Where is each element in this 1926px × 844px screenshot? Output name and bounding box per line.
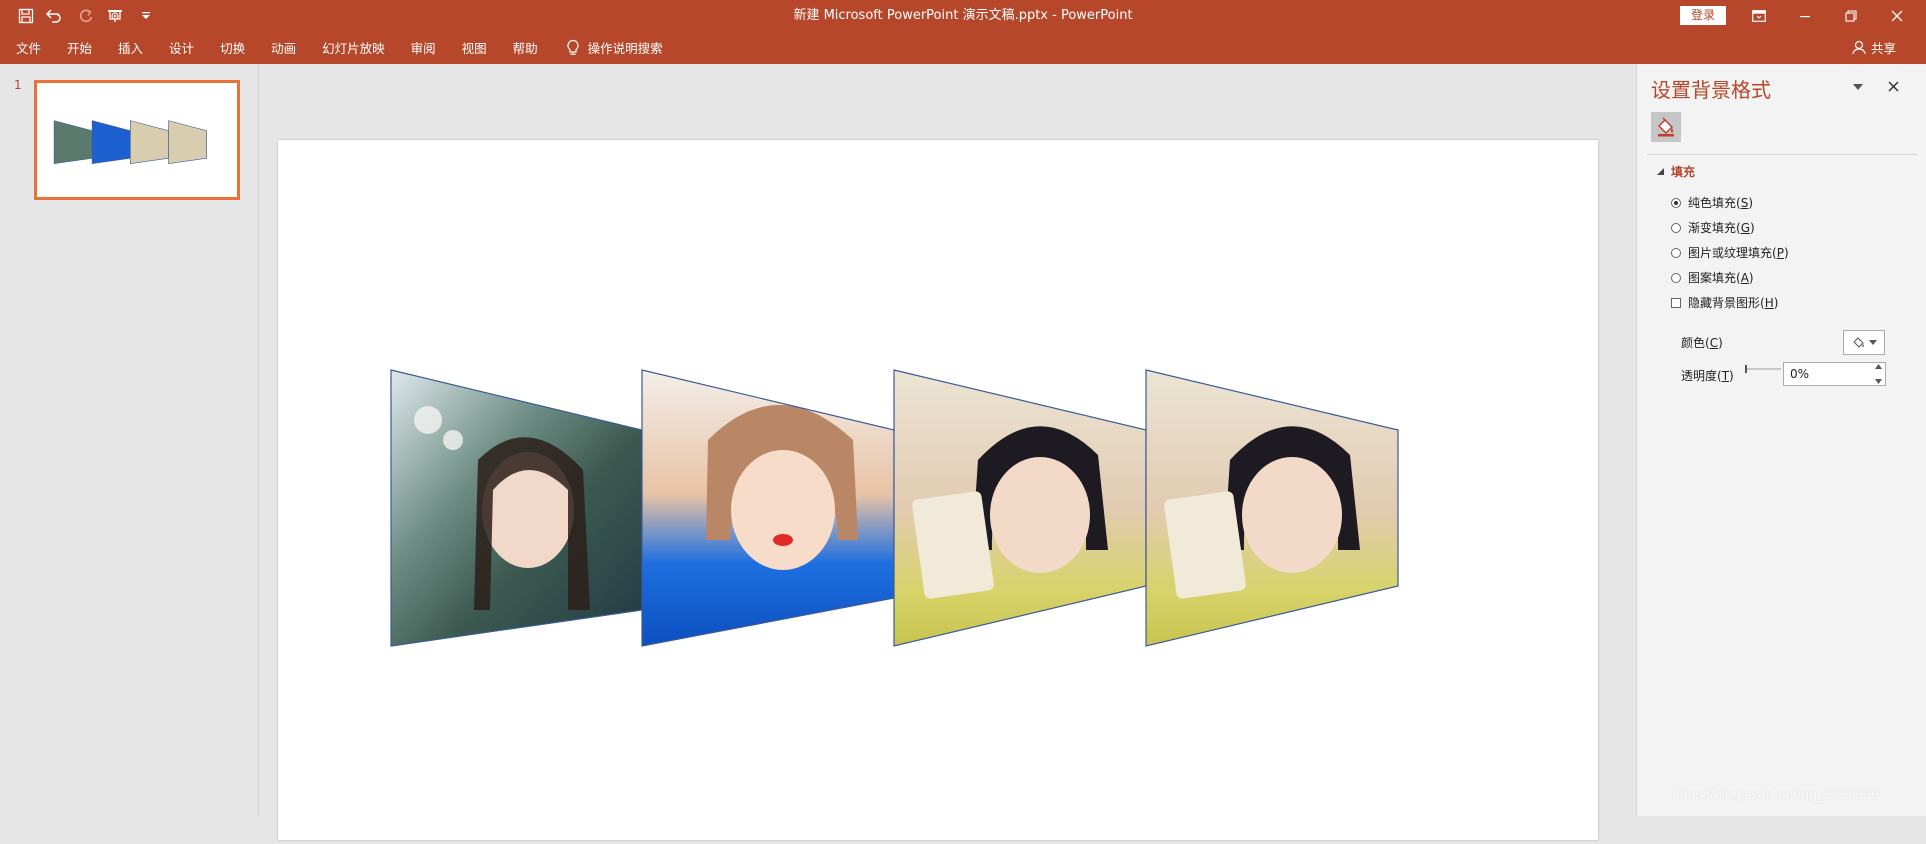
transparency-value: 0% <box>1790 367 1810 381</box>
undo-icon[interactable] <box>44 4 68 28</box>
restore-icon[interactable] <box>1828 0 1874 31</box>
hide-background-graphics-checkbox[interactable] <box>1671 297 1681 308</box>
color-label: 颜色(C) <box>1681 336 1723 350</box>
redo-icon[interactable] <box>74 4 98 28</box>
minimize-icon[interactable] <box>1782 0 1828 31</box>
format-background-pane: 设置背景格式 填充 纯色填充(S) 渐变填充(G) 图片或纹理填充(P) 图案填… <box>1636 64 1926 816</box>
tab-review[interactable]: 审阅 <box>411 38 436 57</box>
tab-transitions[interactable]: 切换 <box>220 38 245 57</box>
transparency-spinner[interactable] <box>1873 364 1883 384</box>
tab-home[interactable]: 开始 <box>67 38 92 57</box>
thumbnail-pane: 1 <box>0 64 259 816</box>
tab-design[interactable]: 设计 <box>169 38 194 57</box>
watermark-text: https://blog.csdn.net/qq_3528366 <box>1672 786 1880 802</box>
gradient-fill-option[interactable]: 渐变填充(G) <box>1671 219 1755 236</box>
picture-texture-fill-option[interactable]: 图片或纹理填充(P) <box>1671 244 1789 261</box>
share-label: 共享 <box>1871 41 1897 56</box>
tab-file[interactable]: 文件 <box>16 38 41 57</box>
spin-down-icon[interactable] <box>1874 379 1882 384</box>
pane-title: 设置背景格式 <box>1651 78 1771 102</box>
gradient-fill-label: 渐变填充(G) <box>1688 221 1755 235</box>
slide-picture-4 <box>1145 369 1399 647</box>
pane-close-icon[interactable] <box>1883 76 1903 96</box>
customize-toolbar-icon[interactable] <box>134 4 158 28</box>
paint-bucket-icon <box>1852 336 1864 348</box>
start-from-beginning-icon[interactable] <box>104 4 128 28</box>
login-button[interactable]: 登录 <box>1680 6 1726 25</box>
title-bar: 新建 Microsoft PowerPoint 演示文稿.pptx - Powe… <box>0 0 1926 31</box>
slide-editor <box>259 64 1635 840</box>
pane-options-dropdown-icon[interactable] <box>1849 78 1867 96</box>
tab-slideshow[interactable]: 幻灯片放映 <box>322 38 385 57</box>
hide-background-graphics-label: 隐藏背景图形(H) <box>1688 296 1779 310</box>
tab-insert[interactable]: 插入 <box>118 38 143 57</box>
window-title: 新建 Microsoft PowerPoint 演示文稿.pptx - Powe… <box>793 8 1133 23</box>
person-icon <box>1852 40 1866 55</box>
transparency-slider[interactable] <box>1743 363 1783 375</box>
pane-divider <box>1647 154 1917 155</box>
tab-view[interactable]: 视图 <box>462 38 487 57</box>
thumbnail-preview <box>53 120 207 164</box>
share-button[interactable]: 共享 <box>1852 31 1896 64</box>
tab-animations[interactable]: 动画 <box>271 38 296 57</box>
hide-background-graphics-option[interactable]: 隐藏背景图形(H) <box>1671 294 1778 311</box>
fill-section-label: 填充 <box>1671 165 1696 179</box>
pattern-fill-option[interactable]: 图案填充(A) <box>1671 269 1754 286</box>
solid-fill-option[interactable]: 纯色填充(S) <box>1671 194 1753 211</box>
picture-texture-fill-label: 图片或纹理填充(P) <box>1688 246 1789 260</box>
pattern-fill-radio[interactable] <box>1671 272 1681 283</box>
pattern-fill-label: 图案填充(A) <box>1688 271 1754 285</box>
slide-picture-3 <box>893 369 1147 647</box>
slide-content <box>390 369 1399 647</box>
fill-section-header[interactable]: 填充 <box>1657 163 1695 180</box>
ribbon-tabs: 文件 开始 插入 设计 切换 动画 幻灯片放映 审阅 视图 帮助 操作说明搜索 <box>16 31 663 64</box>
spin-up-icon[interactable] <box>1874 364 1882 369</box>
solid-fill-radio[interactable] <box>1671 197 1681 208</box>
slide-picture-2 <box>641 369 895 647</box>
transparency-label: 透明度(T) <box>1681 369 1734 383</box>
ribbon-tabs-bar: 文件 开始 插入 设计 切换 动画 幻灯片放映 审阅 视图 帮助 操作说明搜索 … <box>0 31 1926 64</box>
fill-tab-paint-bucket-icon[interactable] <box>1651 112 1681 142</box>
ribbon-display-options-icon[interactable] <box>1736 0 1782 31</box>
solid-fill-label: 纯色填充(S) <box>1688 196 1753 210</box>
close-icon[interactable] <box>1874 0 1920 31</box>
save-icon[interactable] <box>14 4 38 28</box>
gradient-fill-radio[interactable] <box>1671 222 1681 233</box>
tell-me-search[interactable]: 操作说明搜索 <box>566 38 663 57</box>
color-picker-button[interactable] <box>1843 330 1885 355</box>
transparency-input[interactable]: 0% <box>1783 362 1886 386</box>
lightbulb-icon <box>567 39 579 55</box>
slide-canvas[interactable] <box>278 140 1598 840</box>
chevron-down-icon <box>1868 340 1877 345</box>
tell-me-label: 操作说明搜索 <box>587 41 663 56</box>
tab-help[interactable]: 帮助 <box>513 38 538 57</box>
picture-texture-fill-radio[interactable] <box>1671 247 1681 258</box>
slide-number: 1 <box>14 78 22 92</box>
collapse-triangle-icon <box>1657 168 1664 175</box>
slide-picture-1 <box>390 369 643 647</box>
slide-thumbnail-1[interactable] <box>34 80 240 200</box>
quick-access-toolbar <box>14 0 158 31</box>
